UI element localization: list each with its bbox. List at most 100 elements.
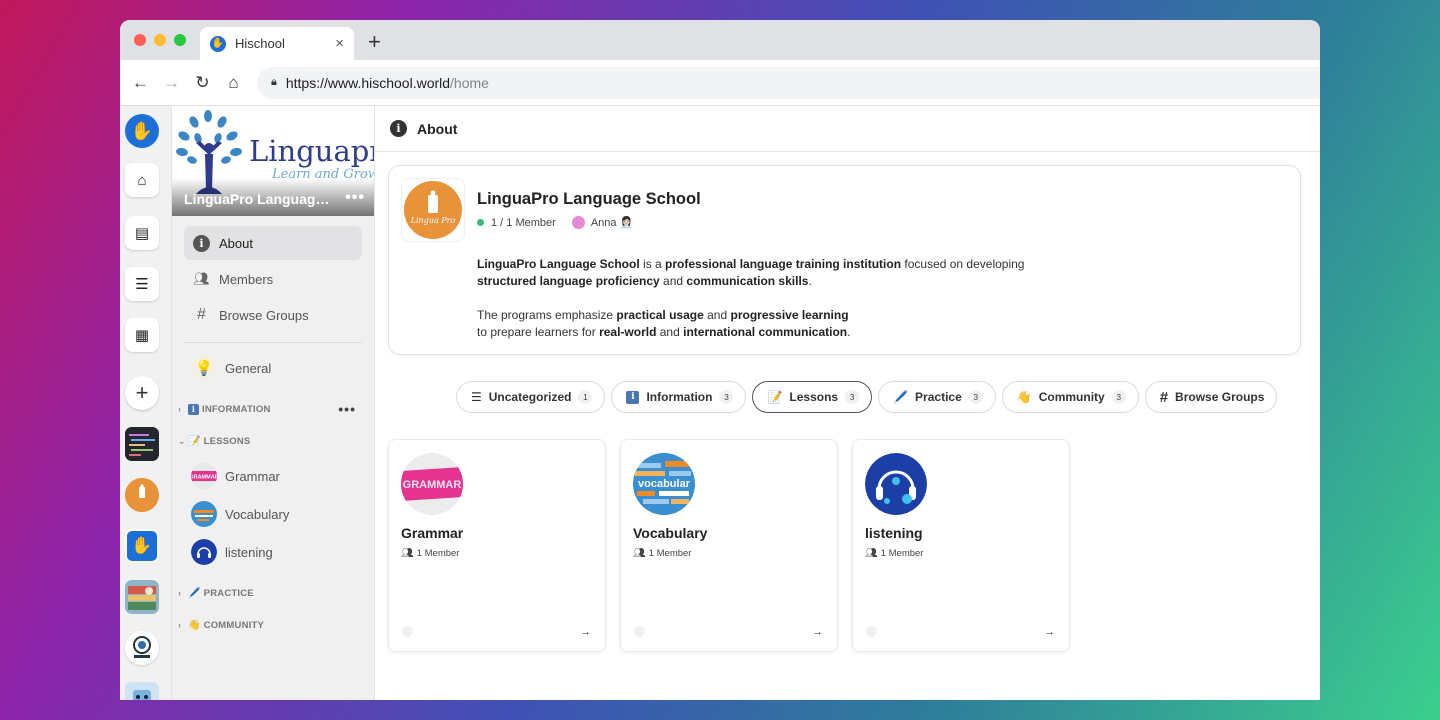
members-icon: 👥︎ [401, 548, 414, 559]
sidebar-item-label: About [219, 235, 253, 251]
category-information[interactable]: › i INFORMATION ••• [172, 393, 374, 425]
sidebar-item-members[interactable]: 👥︎ Members [184, 262, 362, 296]
workspace-rail: ✋ ⌂ ▤ ☰ ▦ + ✋ [120, 106, 172, 700]
category-label: INFORMATION [202, 403, 271, 415]
group-members: 👥︎ 1 Member [865, 548, 924, 559]
svg-text:GRAMMAR: GRAMMAR [403, 479, 462, 491]
placeholder-avatar [866, 626, 877, 637]
workspace-linguapro-thumbnail[interactable] [125, 478, 159, 512]
listening-thumbnail [191, 539, 217, 565]
workspace-ortoo-thumbnail[interactable] [125, 631, 159, 665]
tab-count-badge: 3 [968, 390, 983, 404]
close-window-button[interactable] [134, 34, 146, 46]
tab-label: Uncategorized [488, 390, 572, 404]
tab-uncategorized[interactable]: ☰ Uncategorized 1 [456, 381, 606, 413]
workspace-art-thumbnail[interactable] [125, 580, 159, 614]
tab-label: Lessons [789, 390, 839, 404]
workspace-robot-thumbnail[interactable] [125, 682, 159, 700]
category-community[interactable]: › 👋 COMMUNITY [172, 609, 374, 641]
tab-title: Hischool [235, 36, 285, 51]
reload-icon[interactable]: ↻ [187, 73, 218, 93]
tab-browse-groups[interactable]: # Browse Groups [1144, 381, 1278, 413]
vocabulary-thumbnail: vocabular [633, 453, 695, 515]
grammar-thumbnail: GRAMMAR [191, 463, 217, 489]
workspace-code-thumbnail[interactable] [125, 427, 159, 461]
channel-vocabulary[interactable]: Vocabulary [172, 495, 374, 533]
listening-thumbnail [865, 453, 927, 515]
channel-grammar[interactable]: GRAMMAR Grammar [172, 457, 374, 495]
category-label: LESSONS [203, 435, 251, 447]
rail-contacts-icon[interactable]: ☰ [125, 267, 159, 301]
memo-emoji-icon: 📝 [767, 390, 783, 404]
category-lessons[interactable]: ⌄ 📝 LESSONS [172, 425, 374, 457]
category-more-icon[interactable]: ••• [338, 401, 356, 417]
tab-bar: ✋ Hischool × + [120, 20, 1320, 60]
category-label: PRACTICE [203, 587, 254, 599]
browser-tab[interactable]: ✋ Hischool × [200, 27, 354, 60]
rail-home-icon[interactable]: ⌂ [125, 163, 159, 197]
category-practice[interactable]: › 🖊️ PRACTICE [172, 577, 374, 609]
tab-practice[interactable]: 🖊️ Practice 3 [878, 381, 996, 413]
arrow-right-icon[interactable]: → [812, 626, 823, 638]
arrow-right-icon[interactable]: → [580, 626, 591, 638]
browser-window: ✋ Hischool × + ← → ↻ ⌂ 🔒︎ https://www.hi… [120, 20, 1320, 700]
group-card-grammar[interactable]: GRAMMAR Grammar 👥︎ 1 Member → [388, 439, 606, 652]
member-name[interactable]: Anna 👩🏻‍💼 [591, 216, 633, 229]
chevron-right-icon: › [178, 404, 182, 414]
info-icon: i [193, 234, 210, 252]
avatar [571, 216, 585, 229]
rail-add-workspace-button[interactable]: + [125, 376, 159, 410]
group-title: Vocabulary [633, 525, 708, 541]
sidebar-item-about[interactable]: i About [184, 226, 362, 260]
rail-apps-grid-icon[interactable]: ▦ [125, 318, 159, 352]
sidebar-nav: i About 👥︎ Members # Browse Groups [172, 216, 374, 343]
chevron-right-icon: › [178, 620, 182, 630]
home-icon[interactable]: ⌂ [218, 73, 249, 93]
sidebar-item-label: Browse Groups [219, 307, 309, 323]
arrow-right-icon[interactable]: → [1044, 626, 1055, 638]
rail-chat-icon[interactable]: ▤ [125, 216, 159, 250]
org-more-options-icon[interactable]: ••• [345, 189, 365, 207]
browser-toolbar: ← → ↻ ⌂ 🔒︎ https://www.hischool.world/ho… [120, 60, 1320, 106]
sidebar-item-label: Members [219, 271, 274, 287]
back-icon[interactable]: ← [125, 73, 156, 93]
new-tab-button[interactable]: + [368, 29, 381, 55]
svg-text:vocabular: vocabular [638, 478, 691, 490]
workspace-hischool-thumbnail[interactable]: ✋ [125, 529, 159, 563]
member-count[interactable]: 1 / 1 Member [491, 217, 556, 229]
tab-label: Community [1038, 390, 1105, 404]
group-members: 👥︎ 1 Member [401, 548, 460, 559]
org-banner: Linguapro Learn and Grow LinguaPro Langu… [172, 106, 374, 216]
group-card-listening[interactable]: listening 👥︎ 1 Member → [852, 439, 1070, 652]
hischool-app: ✋ ⌂ ▤ ☰ ▦ + ✋ Linguap Learn and Grow Lin… [120, 106, 1320, 700]
tab-label: Practice [915, 390, 962, 404]
vocabulary-thumbnail [191, 501, 217, 527]
tab-lessons[interactable]: 📝 Lessons 3 [752, 381, 873, 413]
information-emoji-icon: i [188, 403, 199, 415]
members-icon: 👥︎ [193, 271, 210, 286]
address-bar[interactable]: 🔒︎ https://www.hischool.world/home [257, 66, 1320, 99]
org-logo: Lingua Pro [401, 178, 465, 242]
forward-icon[interactable]: → [156, 73, 187, 93]
svg-text:GRAMMAR: GRAMMAR [191, 475, 217, 481]
waving-hand-emoji-icon: 👋 [188, 619, 201, 631]
tab-close-icon[interactable]: × [335, 35, 344, 52]
pencil-emoji-icon: 🖊️ [893, 390, 909, 404]
tab-information[interactable]: i Information 3 [611, 381, 747, 413]
sidebar-item-browse-groups[interactable]: # Browse Groups [184, 298, 362, 332]
group-title: listening [865, 525, 923, 541]
banner-logo-text: Linguapro [249, 134, 374, 168]
channel-general[interactable]: 💡 General [172, 349, 374, 387]
group-card-vocabulary[interactable]: vocabular Vocabulary 👥︎ 1 Member → [620, 439, 838, 652]
hashtag-icon: # [197, 306, 206, 323]
placeholder-avatar [402, 626, 413, 637]
tab-community[interactable]: 👋 Community 3 [1001, 381, 1139, 413]
hischool-logo-icon[interactable]: ✋ [125, 114, 159, 148]
waving-hand-emoji-icon: 👋 [1016, 390, 1032, 404]
channel-label: Vocabulary [225, 506, 290, 522]
page-title: About [417, 120, 458, 137]
maximize-window-button[interactable] [174, 34, 186, 46]
minimize-window-button[interactable] [154, 34, 166, 46]
channel-listening[interactable]: listening [172, 533, 374, 571]
hashtag-icon: # [1159, 388, 1169, 406]
